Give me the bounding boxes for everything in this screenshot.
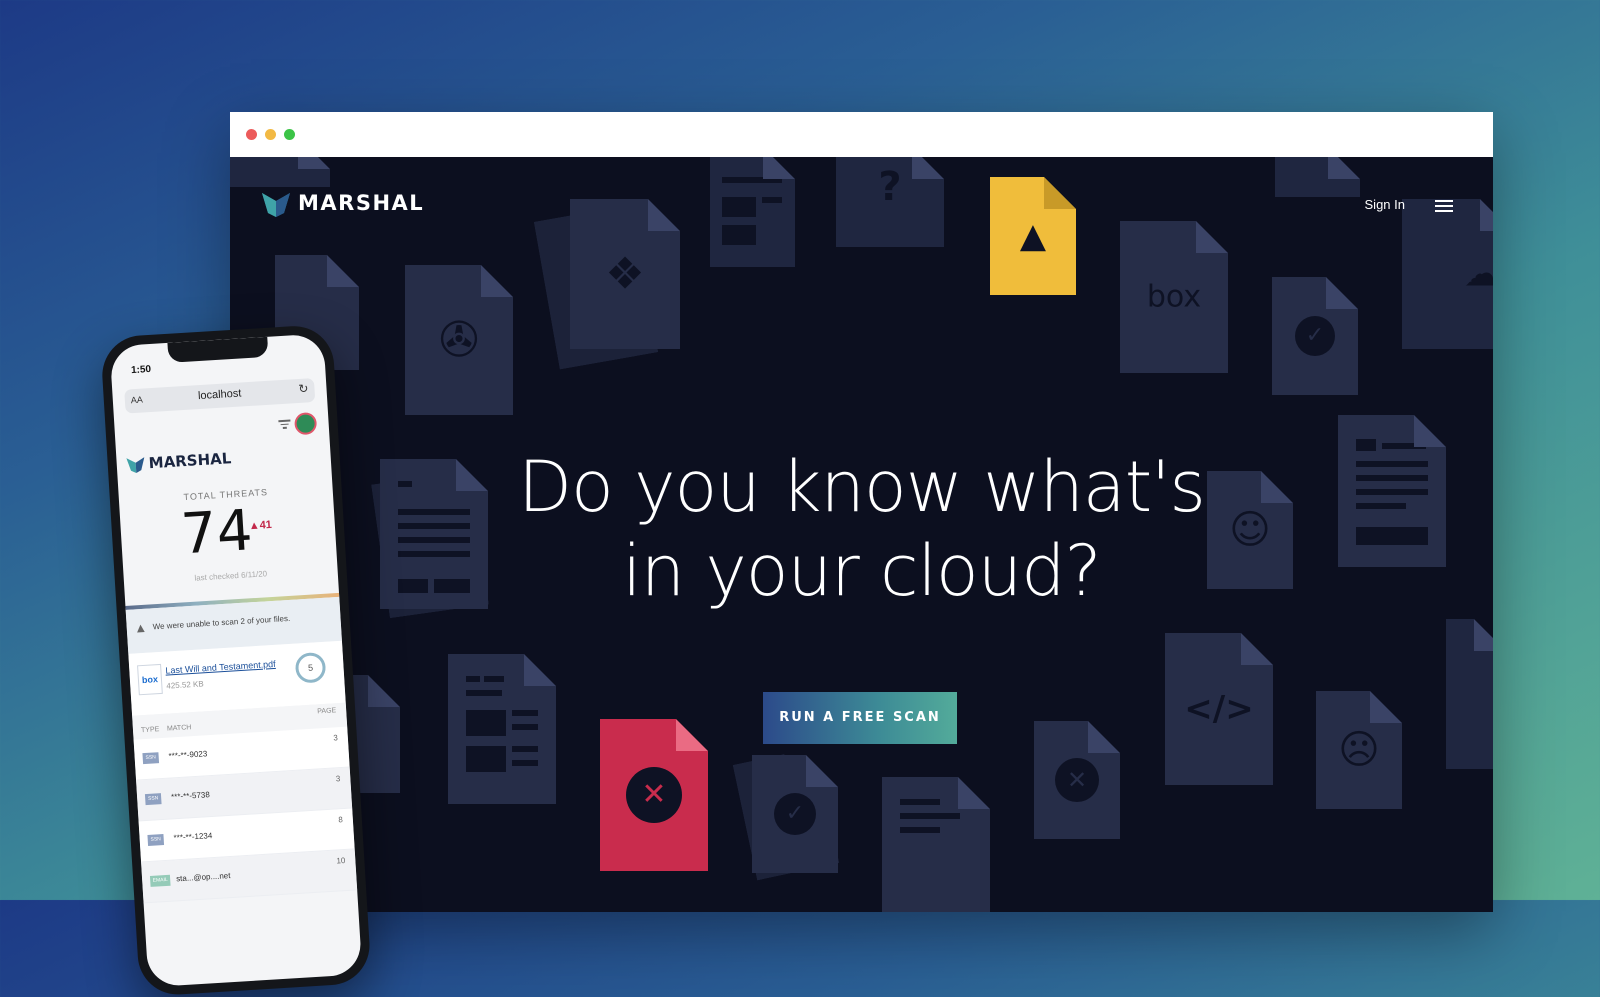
warning-document-icon: ▲ <box>990 177 1076 295</box>
warning-icon: ▲ <box>136 622 145 635</box>
browser-window: ? ❖ ✇ ▲ box ✓ ☁ ☺ ✕ ✓ ✕ </> ☹ MARSHAL Si… <box>230 112 1493 912</box>
phone-notch <box>167 336 269 363</box>
address-bar[interactable]: AA localhost ↻ <box>124 378 316 414</box>
error-document-icon: ✕ <box>600 719 708 871</box>
box-source-icon: box <box>137 663 163 696</box>
match-value: ***-**-9023 <box>168 749 208 761</box>
col-match: MATCH <box>166 724 192 733</box>
hero-headline: Do you know what's in your cloud? <box>230 445 1493 613</box>
close-window-button[interactable] <box>246 129 257 140</box>
x-icon: ✕ <box>1055 758 1099 802</box>
marshal-logo-icon <box>126 457 145 474</box>
dropbox-icon: ❖ <box>605 248 645 300</box>
check-icon: ✓ <box>774 793 816 835</box>
threats-delta: ▲41 <box>248 518 273 533</box>
maximize-window-button[interactable] <box>284 129 295 140</box>
col-type: TYPE <box>140 726 160 735</box>
hamburger-menu-icon[interactable] <box>1435 200 1453 212</box>
file-name-link[interactable]: Last Will and Testament.pdf <box>165 659 276 676</box>
hero-section: ? ❖ ✇ ▲ box ✓ ☁ ☺ ✕ ✓ ✕ </> ☹ MARSHAL Si… <box>230 157 1493 912</box>
filter-icon[interactable] <box>278 419 291 431</box>
run-free-scan-button[interactable]: RUN A FREE SCAN <box>763 692 957 744</box>
url-text: localhost <box>197 387 242 403</box>
pdf-document-icon: ✇ <box>405 265 513 415</box>
check-icon: ✓ <box>1295 316 1335 356</box>
file-size: 425.52 KB <box>166 679 204 691</box>
box-logo-icon: box <box>1146 279 1202 315</box>
last-checked: last checked 6/11/20 <box>194 569 268 583</box>
document-icon <box>230 157 330 187</box>
layout-document-icon <box>448 654 556 804</box>
check-document-icon: ✓ <box>1272 277 1358 395</box>
threat-count-ring: 5 <box>294 651 327 684</box>
x-icon: ✕ <box>626 767 682 823</box>
code-document-icon: </> <box>1165 633 1273 785</box>
site-logo[interactable]: MARSHAL <box>262 189 424 217</box>
document-icon <box>1446 619 1493 769</box>
headline-line-2: in your cloud? <box>622 530 1101 612</box>
box-document-icon: box <box>1120 221 1228 373</box>
check-document-icon: ✓ <box>752 755 838 873</box>
page-number: 10 <box>336 856 346 866</box>
warning-icon: ▲ <box>1019 216 1047 256</box>
cloud-icon: ☁ <box>1464 253 1493 295</box>
page-number: 3 <box>335 774 341 784</box>
match-value: ***-**-1234 <box>173 831 213 843</box>
status-time: 1:50 <box>130 363 152 377</box>
cloud-document-icon: ☁ <box>1402 199 1493 349</box>
reload-icon[interactable]: ↻ <box>298 381 309 396</box>
type-tag: SSN <box>147 834 165 847</box>
type-tag: SSN <box>144 793 162 806</box>
page-number: 3 <box>333 733 339 743</box>
logo-text: MARSHAL <box>298 191 425 215</box>
col-page: PAGE <box>317 707 337 716</box>
app-logo-text: MARSHAL <box>148 449 232 473</box>
question-icon: ? <box>878 164 902 210</box>
type-tag: EMAIL <box>149 874 171 887</box>
acrobat-icon: ✇ <box>438 312 480 368</box>
error-document-icon: ✕ <box>1034 721 1120 839</box>
headline-line-1: Do you know what's <box>518 446 1206 528</box>
sad-document-icon: ☹ <box>1316 691 1402 809</box>
document-icon <box>1275 157 1360 197</box>
browser-title-bar <box>230 112 1493 157</box>
question-document-icon: ? <box>836 157 944 247</box>
type-tag: SSN <box>142 752 160 765</box>
page-number: 8 <box>338 815 344 825</box>
phone-screen: 1:50 AA localhost ↻ MARSHAL TOTAL THREAT… <box>109 333 363 988</box>
match-table: SSN ***-**-9023 3 SSN ***-**-5738 3 SSN … <box>133 726 358 904</box>
dropbox-document-icon: ❖ <box>570 199 680 349</box>
match-value: sta...@op....net <box>175 871 231 884</box>
total-threats-value: 74 <box>179 498 255 568</box>
image-document-icon <box>882 777 990 912</box>
code-icon: </> <box>1184 689 1254 729</box>
match-value: ***-**-5738 <box>170 790 211 802</box>
sad-face-icon: ☹ <box>1338 727 1380 773</box>
app-logo: MARSHAL <box>126 449 232 474</box>
phone-mockup: 1:50 AA localhost ↻ MARSHAL TOTAL THREAT… <box>100 323 372 997</box>
document-icon <box>710 157 795 267</box>
warning-text: We were unable to scan 2 of your files. <box>152 613 291 632</box>
avatar[interactable] <box>293 411 318 436</box>
minimize-window-button[interactable] <box>265 129 276 140</box>
sign-in-link[interactable]: Sign In <box>1365 197 1405 212</box>
marshal-logo-icon <box>262 193 290 217</box>
